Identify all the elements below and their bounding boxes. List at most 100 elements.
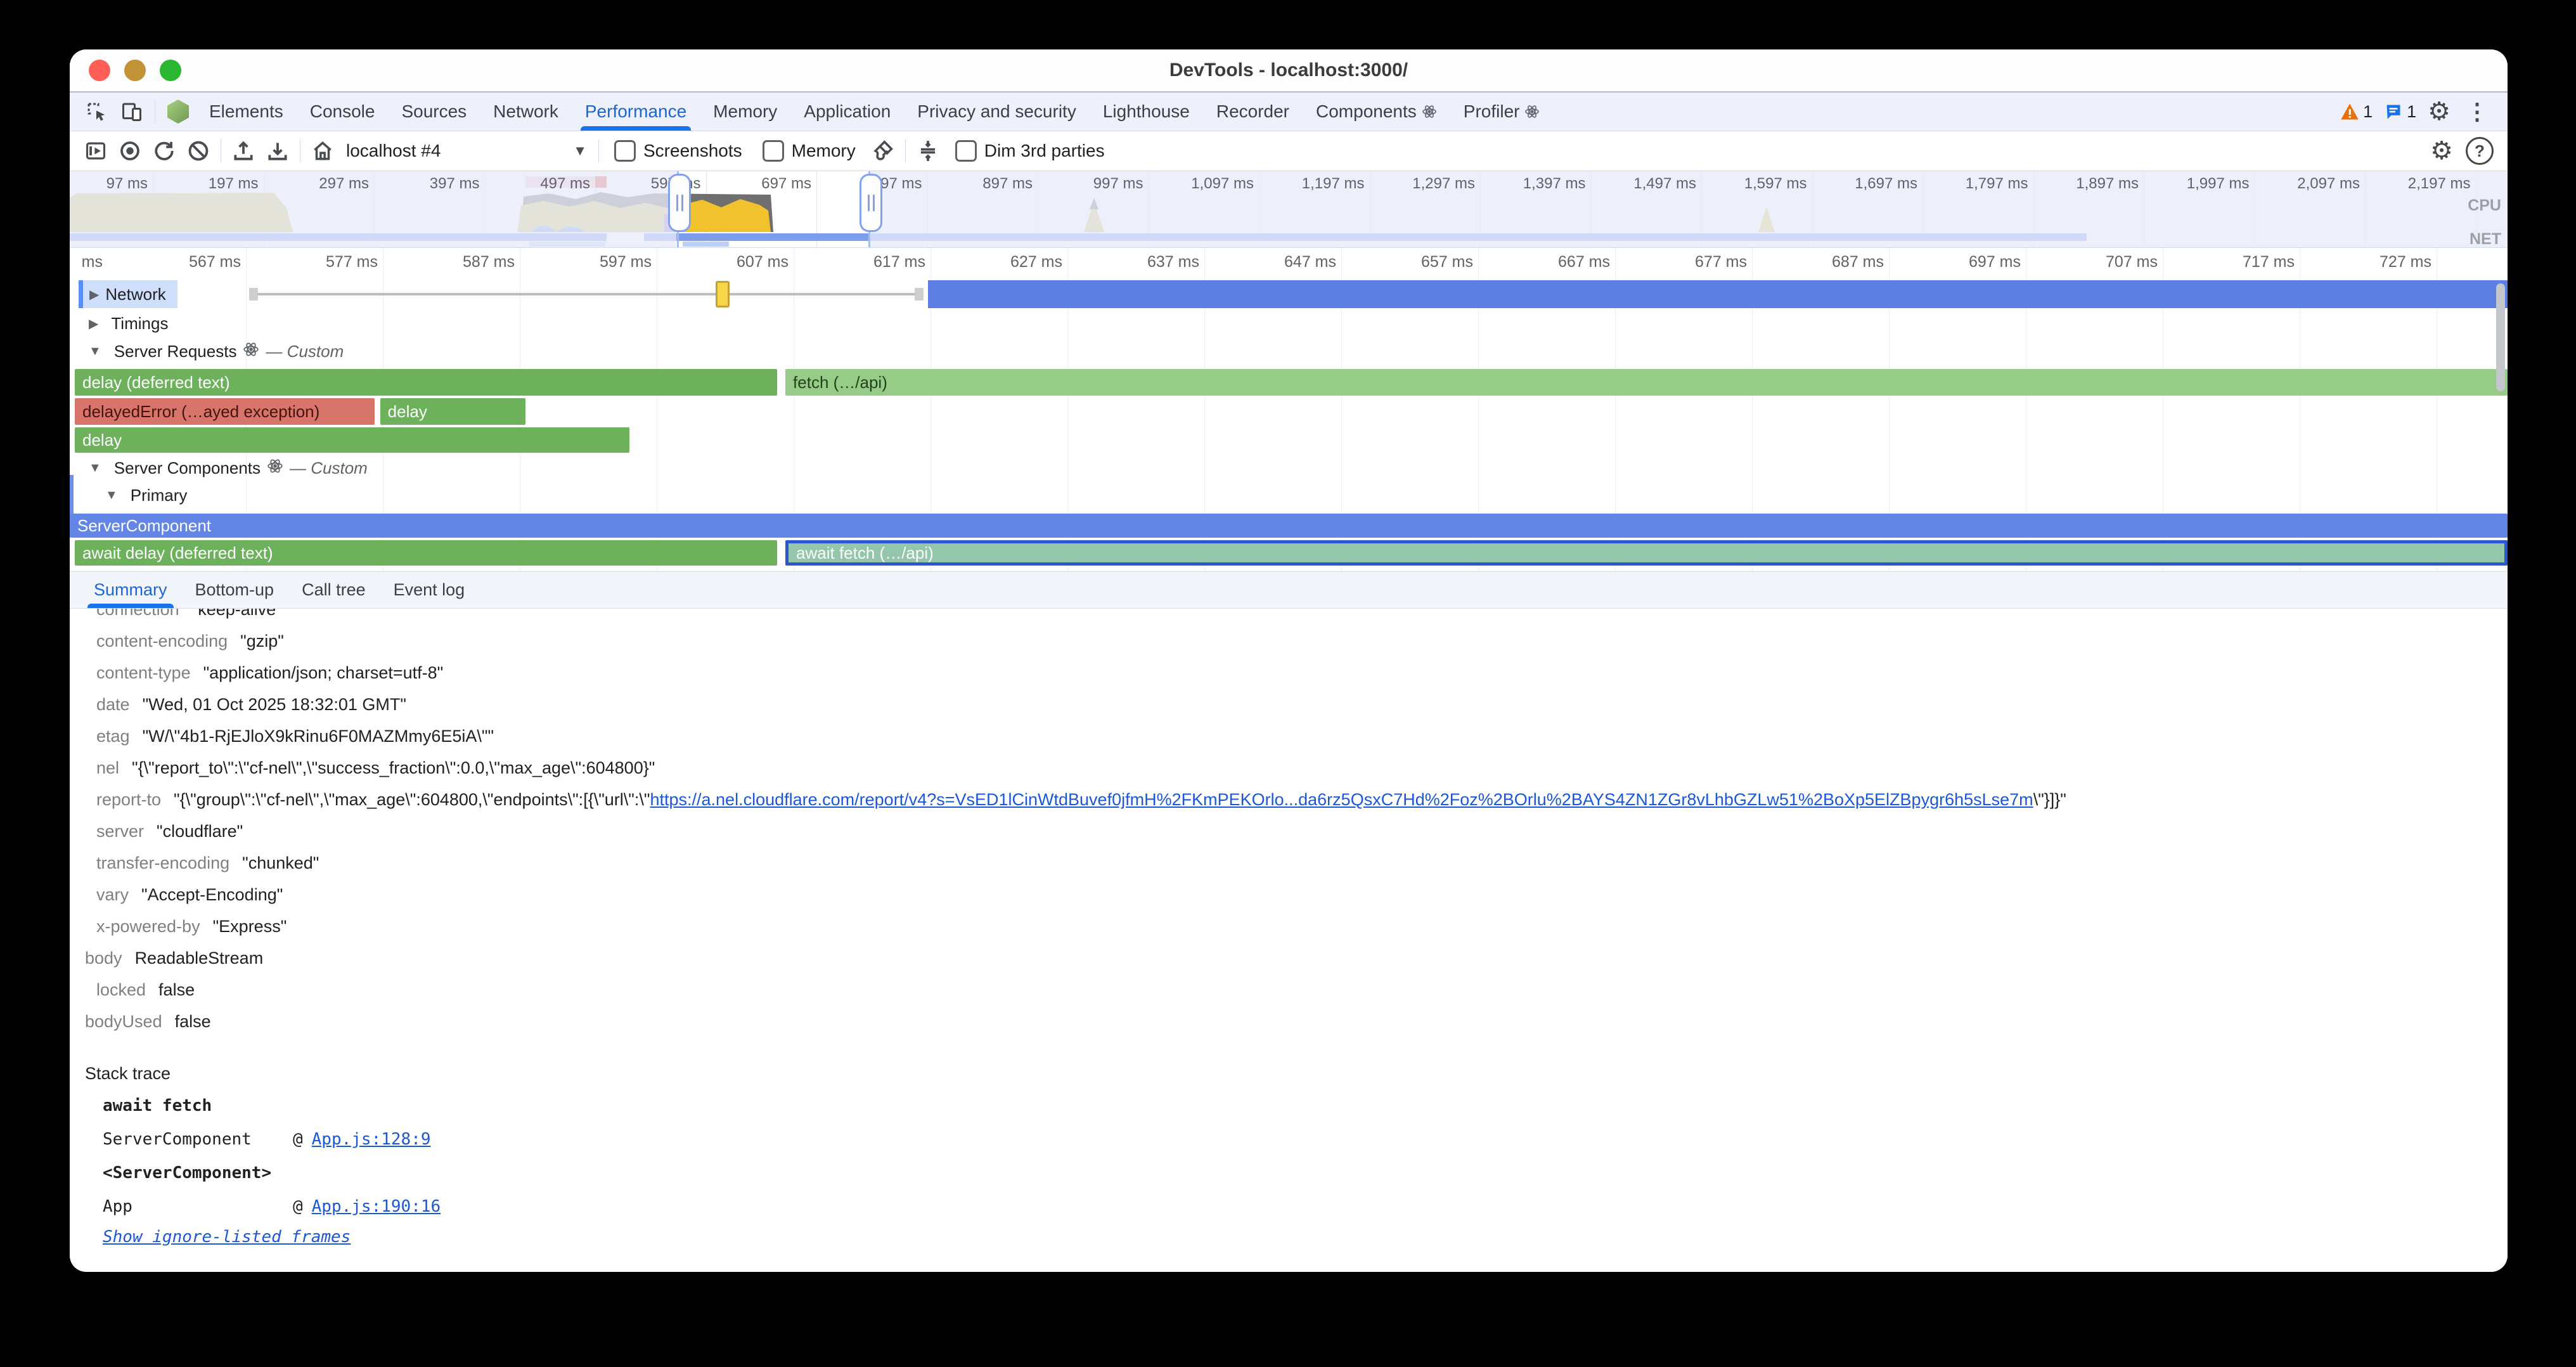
record-toggle-icon[interactable] xyxy=(79,136,113,166)
selection-handle-left[interactable] xyxy=(668,174,691,232)
flame-bar-label: ServerComponent xyxy=(70,516,219,536)
flame-bar-await-delay-deferred-text[interactable]: await delay (deferred text) xyxy=(75,540,777,566)
stack-frame-await-fetch: await fetch xyxy=(103,1089,2508,1123)
issues-badge[interactable]: 1 xyxy=(2384,102,2416,122)
detail-key: content-type xyxy=(96,663,191,682)
device-toolbar-icon[interactable] xyxy=(114,98,150,126)
overview-tick-label: 1,897 ms xyxy=(2076,175,2139,193)
atom-icon xyxy=(267,458,283,479)
profile-select[interactable]: localhost #4 ▼ xyxy=(340,136,593,166)
detail-row-server: server"cloudflare" xyxy=(85,815,2508,847)
flame-chart-tracks[interactable]: ms567 ms577 ms587 ms597 ms607 ms617 ms62… xyxy=(70,248,2508,571)
bottom-tab-bottom-up[interactable]: Bottom-up xyxy=(181,572,288,608)
issues-count: 1 xyxy=(2407,102,2416,122)
tab-performance[interactable]: Performance xyxy=(572,93,700,131)
show-ignore-listed-frames-link[interactable]: Show ignore-listed frames xyxy=(103,1228,351,1247)
bottom-tab-call-tree[interactable]: Call tree xyxy=(288,572,380,608)
flame-bar-await-fetch-api[interactable]: await fetch (…/api) xyxy=(785,540,2508,566)
flame-bar-delay[interactable]: delay xyxy=(75,427,629,453)
tab-label: Lighthouse xyxy=(1103,101,1190,122)
flame-bar-servercomponent[interactable]: ServerComponent xyxy=(70,514,2508,538)
tab-sources[interactable]: Sources xyxy=(388,93,480,131)
ruler-tick-label: 677 ms xyxy=(1695,253,1747,271)
detail-key: x-powered-by xyxy=(96,917,200,936)
detail-key: nel xyxy=(96,758,119,777)
clear-icon[interactable] xyxy=(181,136,216,166)
detail-row-content-type: content-type"application/json; charset=u… xyxy=(85,657,2508,689)
collapse-sections-icon[interactable] xyxy=(911,136,945,166)
detail-key: server xyxy=(96,822,144,841)
vertical-scrollbar[interactable] xyxy=(2496,283,2505,391)
settings-gear-icon[interactable]: ⚙ xyxy=(2428,99,2450,124)
summary-details-pane[interactable]: connection"keep-alive"content-encoding"g… xyxy=(70,609,2508,1272)
tab-profiler[interactable]: Profiler xyxy=(1450,93,1554,131)
home-icon[interactable] xyxy=(306,136,340,166)
download-profile-icon[interactable] xyxy=(261,136,295,166)
tab-application[interactable]: Application xyxy=(790,93,904,131)
dim-3rd-parties-checkbox[interactable]: Dim 3rd parties xyxy=(955,140,1105,162)
tab-label: Network xyxy=(493,101,558,122)
tab-memory[interactable]: Memory xyxy=(700,93,790,131)
tab-lighthouse[interactable]: Lighthouse xyxy=(1090,93,1203,131)
flame-bar-label: delayedError (…ayed exception) xyxy=(75,402,327,422)
server-requests-row: delay (deferred text) fetch (…/api) xyxy=(70,369,2508,396)
detail-value: "keep-alive" xyxy=(192,609,282,619)
capture-settings-gear-icon[interactable]: ⚙ xyxy=(2430,138,2453,164)
detail-row-nel: nel"{\"report_to\":\"cf-nel\",\"success_… xyxy=(85,752,2508,784)
detail-value: \"}]}" xyxy=(2033,790,2066,809)
more-options-icon[interactable]: ⋮ xyxy=(2462,100,2492,123)
timeline-overview[interactable]: CPU NET 97 ms197 ms297 ms397 ms497 ms597… xyxy=(70,171,2508,248)
divider xyxy=(905,139,906,162)
overview-tick-label: 1,797 ms xyxy=(1966,175,2028,193)
tab-network[interactable]: Network xyxy=(480,93,572,131)
network-request-bar[interactable] xyxy=(928,280,2508,308)
garbage-collect-icon[interactable] xyxy=(866,136,900,166)
flame-bar-fetch-api[interactable]: fetch (…/api) xyxy=(785,369,2508,396)
source-location-link[interactable]: App.js:128:9 xyxy=(312,1123,431,1156)
upload-profile-icon[interactable] xyxy=(226,136,261,166)
record-reload-icon[interactable] xyxy=(113,136,147,166)
primary-group-header[interactable]: ▼ Primary xyxy=(105,486,187,505)
memory-checkbox[interactable]: Memory xyxy=(763,140,856,162)
network-event-marker[interactable] xyxy=(716,281,730,308)
tab-elements[interactable]: Elements xyxy=(196,93,297,131)
performance-toolbar: localhost #4 ▼ Screenshots Memory xyxy=(70,131,2508,171)
overview-tick-label: 1,097 ms xyxy=(1191,175,1254,193)
profile-select-value: localhost #4 xyxy=(346,141,441,161)
reload-icon[interactable] xyxy=(147,136,181,166)
network-track-header[interactable]: ▶ Network xyxy=(79,280,177,308)
screen: DevTools - localhost:3000/ ElementsConso… xyxy=(0,0,2576,1367)
warning-badge[interactable]: 1 xyxy=(2340,102,2373,122)
report-endpoint-link[interactable]: https://a.nel.cloudflare.com/report/v4?s… xyxy=(650,790,2033,809)
detail-row-transfer-encoding: transfer-encoding"chunked" xyxy=(85,847,2508,879)
detail-value: "{\"group\":\"cf-nel\",\"max_age\":60480… xyxy=(174,790,650,809)
checkbox-box[interactable] xyxy=(614,140,636,162)
ruler-tick-label: 597 ms xyxy=(600,253,652,271)
overview-tick-label: 1,397 ms xyxy=(1523,175,1586,193)
network-track-row[interactable]: ▶ Network xyxy=(70,280,2508,308)
flame-bar-label: delay xyxy=(380,402,435,422)
timings-track-header[interactable]: ▶ Timings xyxy=(89,314,168,334)
server-components-track-header[interactable]: ▼ Server Components — Custom xyxy=(89,458,368,479)
flame-bar-delay-deferred-text[interactable]: delay (deferred text) xyxy=(75,369,777,396)
tab-console[interactable]: Console xyxy=(297,93,389,131)
tab-privacy-and-security[interactable]: Privacy and security xyxy=(904,93,1090,131)
flame-bar-label: await delay (deferred text) xyxy=(75,543,281,563)
screenshots-checkbox[interactable]: Screenshots xyxy=(614,140,742,162)
tab-components[interactable]: Components xyxy=(1303,93,1450,131)
server-requests-track-header[interactable]: ▼ Server Requests — Custom xyxy=(89,341,344,362)
help-icon[interactable]: ? xyxy=(2466,137,2494,165)
detail-key: body xyxy=(85,949,122,968)
flame-bar-delayederror-ayed-exception[interactable]: delayedError (…ayed exception) xyxy=(75,398,375,425)
tab-recorder[interactable]: Recorder xyxy=(1203,93,1303,131)
selection-handle-right[interactable] xyxy=(860,174,882,232)
bottom-tab-event-log[interactable]: Event log xyxy=(380,572,479,608)
checkbox-box[interactable] xyxy=(955,140,977,162)
overview-tick-label: 1,497 ms xyxy=(1633,175,1696,193)
source-location-link[interactable]: App.js:190:16 xyxy=(312,1190,441,1224)
bottom-tab-summary[interactable]: Summary xyxy=(80,572,181,608)
checkbox-box[interactable] xyxy=(763,140,784,162)
detail-value: false xyxy=(175,1012,211,1031)
inspect-element-icon[interactable] xyxy=(79,98,114,126)
flame-bar-delay[interactable]: delay xyxy=(380,398,525,425)
